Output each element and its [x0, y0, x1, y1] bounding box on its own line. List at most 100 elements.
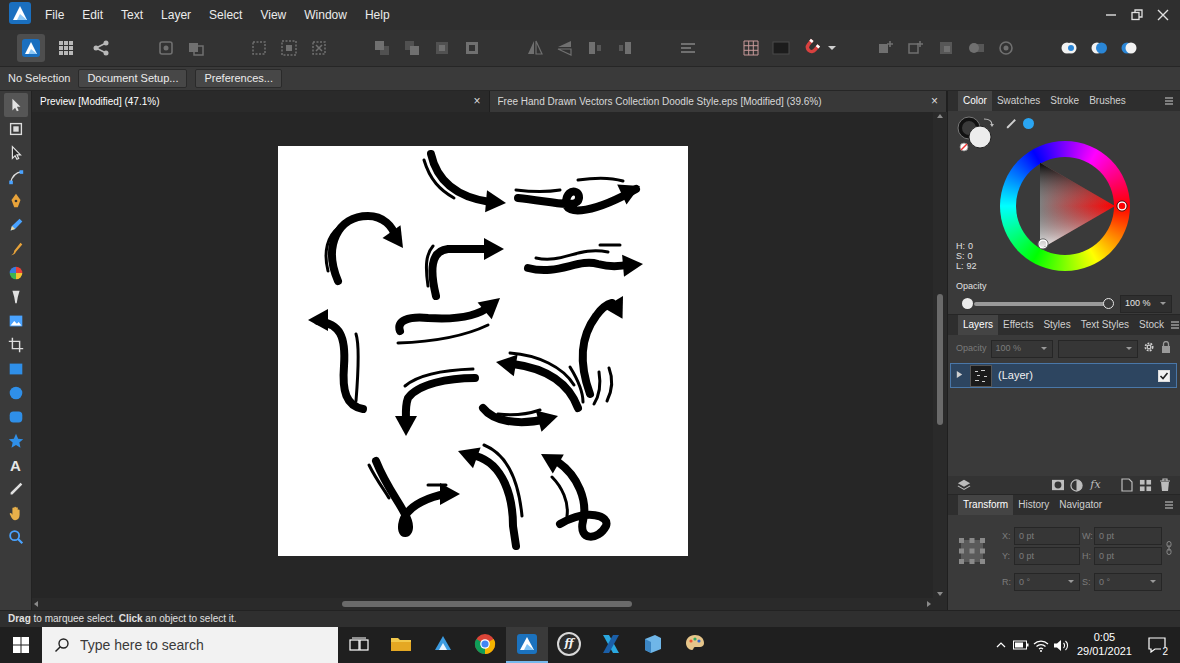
notifications-button[interactable]: 2: [1142, 627, 1172, 663]
close-tab-button[interactable]: ×: [473, 94, 480, 108]
start-button[interactable]: [0, 627, 42, 663]
menu-item[interactable]: Window: [295, 8, 356, 22]
artboard-tool[interactable]: [4, 117, 28, 141]
panel-tab[interactable]: Styles: [1038, 315, 1075, 335]
grid-button[interactable]: [736, 34, 766, 62]
search-input[interactable]: [78, 636, 338, 655]
panel-tab[interactable]: Brushes: [1084, 91, 1131, 111]
panel-tab[interactable]: Layers: [958, 315, 998, 335]
document-tab[interactable]: Free Hand Drawn Vectors Collection Doodl…: [490, 91, 948, 112]
insert-top-button[interactable]: [901, 34, 931, 62]
move-tool[interactable]: [4, 93, 28, 117]
rotate-right-button[interactable]: [610, 34, 640, 62]
effects-button[interactable]: fx: [1086, 477, 1105, 493]
restore-button[interactable]: [1124, 0, 1150, 30]
place-image-tool[interactable]: [4, 309, 28, 333]
rectangle-tool[interactable]: [4, 357, 28, 381]
minimize-button[interactable]: [1098, 0, 1124, 30]
opacity-slider[interactable]: [974, 302, 1108, 306]
pencil-tool[interactable]: [4, 213, 28, 237]
contour-button[interactable]: [961, 34, 991, 62]
node-tool[interactable]: [4, 141, 28, 165]
preferences-button[interactable]: Preferences...: [195, 69, 281, 88]
vector-app-taskbar-button[interactable]: [422, 627, 464, 663]
file-explorer-taskbar-button[interactable]: [380, 627, 422, 663]
color-picker-button[interactable]: [1004, 117, 1018, 134]
document-setup-button[interactable]: Document Setup...: [78, 69, 187, 88]
snapping-options-button[interactable]: [826, 34, 838, 62]
panel-tab[interactable]: Swatches: [992, 91, 1045, 111]
panel-tab[interactable]: Stock: [1134, 315, 1169, 335]
volume-button[interactable]: [1051, 627, 1071, 663]
transparency-tool[interactable]: [4, 285, 28, 309]
designer-persona-button[interactable]: [13, 33, 48, 63]
vector-brush-tool[interactable]: [4, 237, 28, 261]
affinity-designer-taskbar-button[interactable]: [506, 627, 548, 663]
menu-item[interactable]: Text: [112, 8, 152, 22]
task-view-button[interactable]: [338, 627, 380, 663]
group-button[interactable]: [1136, 477, 1155, 493]
menu-item[interactable]: Help: [356, 8, 399, 22]
pen-tool[interactable]: [4, 189, 28, 213]
panel-tab[interactable]: Stroke: [1045, 91, 1084, 111]
crop-tool[interactable]: [4, 333, 28, 357]
view-tool[interactable]: [4, 501, 28, 525]
x-app-taskbar-button[interactable]: [590, 627, 632, 663]
panel-menu-button[interactable]: [1163, 495, 1175, 515]
panel-menu-button[interactable]: [1163, 91, 1175, 111]
zoom-tool[interactable]: [4, 525, 28, 549]
flip-horizontal-button[interactable]: [520, 34, 550, 62]
panel-tab[interactable]: History: [1013, 495, 1054, 515]
intersect-button[interactable]: [1114, 34, 1144, 62]
panel-tab[interactable]: Text Styles: [1076, 315, 1134, 335]
color-picker-tool[interactable]: [4, 477, 28, 501]
fill-tool[interactable]: [4, 261, 28, 285]
search-box[interactable]: [42, 627, 338, 663]
flip-vertical-button[interactable]: [550, 34, 580, 62]
horizontal-scroll-thumb[interactable]: [342, 601, 633, 607]
horizontal-scrollbar[interactable]: [32, 598, 933, 610]
panel-menu-button[interactable]: [1169, 315, 1180, 335]
move-to-front-button[interactable]: [457, 34, 487, 62]
snapping-button[interactable]: [796, 34, 826, 62]
hidden-icons-button[interactable]: [991, 627, 1011, 663]
insert-inside-button[interactable]: [931, 34, 961, 62]
add-button[interactable]: [1054, 34, 1084, 62]
battery-button[interactable]: [1011, 627, 1031, 663]
arrange-button[interactable]: [181, 34, 211, 62]
subtract-button[interactable]: [1084, 34, 1114, 62]
convert-button[interactable]: [991, 34, 1021, 62]
align-button[interactable]: [673, 34, 703, 62]
color-wheel[interactable]: [1000, 141, 1130, 271]
layer-settings-button[interactable]: [1143, 341, 1155, 356]
corner-tool[interactable]: [4, 165, 28, 189]
paint-app-taskbar-button[interactable]: [674, 627, 716, 663]
vertical-scroll-thumb[interactable]: [937, 294, 943, 424]
ellipse-tool[interactable]: [4, 381, 28, 405]
mask-button[interactable]: [1048, 477, 1067, 493]
network-button[interactable]: [1031, 627, 1051, 663]
menu-item[interactable]: View: [251, 8, 295, 22]
panel-tab[interactable]: Effects: [998, 315, 1038, 335]
rotate-left-button[interactable]: [580, 34, 610, 62]
export-persona-button[interactable]: [83, 33, 118, 63]
lock-button[interactable]: [1161, 341, 1171, 356]
assets-button[interactable]: [151, 34, 181, 62]
document-tab[interactable]: Preview [Modified] (47.1%)×: [32, 91, 490, 112]
close-button[interactable]: [1150, 0, 1176, 30]
box-app-taskbar-button[interactable]: [632, 627, 674, 663]
rounded-rectangle-tool[interactable]: [4, 405, 28, 429]
delete-layer-button[interactable]: [1155, 477, 1174, 493]
vertical-scrollbar[interactable]: [933, 112, 947, 610]
menu-item[interactable]: File: [36, 8, 73, 22]
menu-item[interactable]: Select: [200, 8, 251, 22]
chrome-taskbar-button[interactable]: [464, 627, 506, 663]
layers-stack-button[interactable]: [954, 477, 973, 493]
move-back-one-button[interactable]: [397, 34, 427, 62]
menu-item[interactable]: Edit: [73, 8, 112, 22]
clock[interactable]: 0:0529/01/2021: [1077, 631, 1132, 659]
fill-stroke-swatch[interactable]: [956, 115, 1000, 158]
pixel-persona-button[interactable]: [48, 33, 83, 63]
move-forward-one-button[interactable]: [427, 34, 457, 62]
panel-tab[interactable]: Transform: [958, 495, 1013, 515]
